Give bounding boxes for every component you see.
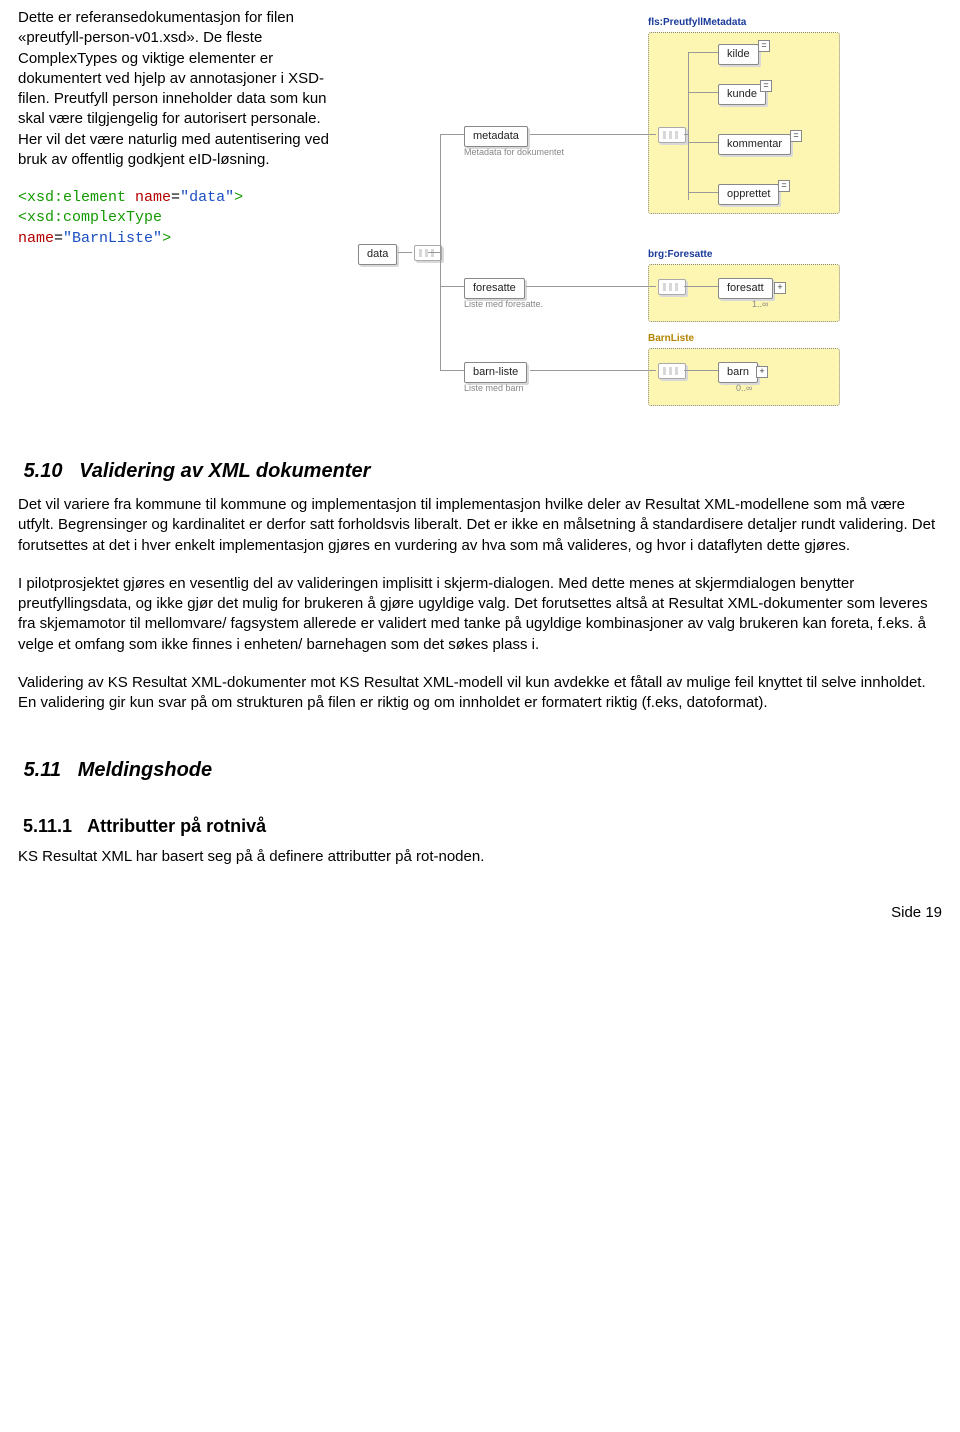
diagram-node-data: data <box>358 244 397 265</box>
intro-paragraph: Dette er referansedokumentasjon for file… <box>18 8 338 170</box>
expand-icon: + <box>774 282 786 294</box>
expand-icon: + <box>756 366 768 378</box>
section-5-10-heading: 5.10 Validering av XML dokumenter <box>18 458 942 485</box>
diagram-node-kommentar: kommentar <box>718 134 791 155</box>
section-5-11-heading: 5.11 Meldingshode <box>18 757 942 784</box>
diagram-node-opprettet: opprettet <box>718 184 779 205</box>
diagram-node-foresatt: foresatt <box>718 278 773 299</box>
diagram-caption-barnliste: Liste med barn <box>464 382 524 394</box>
diagram-node-kunde: kunde <box>718 84 766 105</box>
section-5-10-p2: I pilotprosjektet gjøres en vesentlig de… <box>18 574 942 655</box>
diagram-group1-title: fls:PreutfyllMetadata <box>648 16 746 30</box>
expand-icon: = <box>758 40 770 52</box>
diagram-node-foresatte: foresatte <box>464 278 525 299</box>
expand-icon: = <box>760 80 772 92</box>
section-5-10-p1: Det vil variere fra kommune til kommune … <box>18 495 942 556</box>
section-5-10-p3: Validering av KS Resultat XML-dokumenter… <box>18 673 942 714</box>
sequence-icon <box>658 279 686 295</box>
page-footer: Side 19 <box>18 903 942 923</box>
sequence-icon <box>658 127 686 143</box>
expand-icon: = <box>790 130 802 142</box>
diagram-card-foresatt: 1..∞ <box>752 298 768 310</box>
diagram-caption-metadata: Metadata for dokumentet <box>464 146 564 158</box>
diagram-node-barn: barn <box>718 362 758 383</box>
diagram-group3-title: BarnListe <box>648 332 694 346</box>
xsd-diagram: data metadata Metadata for dokumentet fl… <box>358 14 942 414</box>
diagram-card-barn: 0..∞ <box>736 382 752 394</box>
diagram-caption-foresatte: Liste med foresatte. <box>464 298 543 310</box>
sequence-icon <box>658 363 686 379</box>
diagram-node-kilde: kilde <box>718 44 759 65</box>
sequence-icon <box>414 245 442 261</box>
diagram-group2-title: brg:Foresatte <box>648 248 712 262</box>
diagram-node-barnliste: barn-liste <box>464 362 527 383</box>
section-5-11-1-heading: 5.11.1 Attributter på rotnivå <box>18 814 942 838</box>
diagram-node-metadata: metadata <box>464 126 528 147</box>
xsd-code-snippet: <xsd:element name="data"> <xsd:complexTy… <box>18 188 338 249</box>
expand-icon: = <box>778 180 790 192</box>
section-5-11-1-p1: KS Resultat XML har basert seg på å defi… <box>18 847 942 867</box>
